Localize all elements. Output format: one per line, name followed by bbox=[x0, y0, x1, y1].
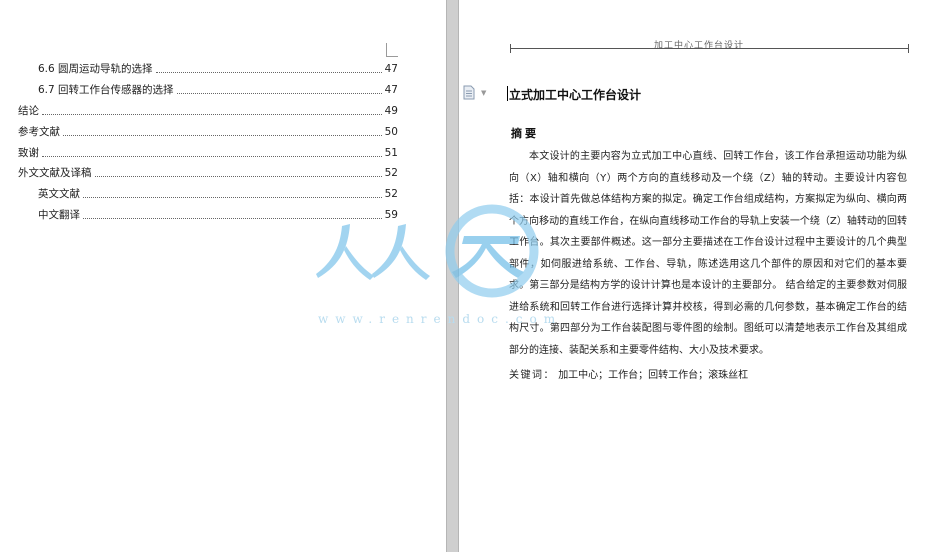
toc-entry[interactable]: 致谢 51 bbox=[18, 146, 398, 160]
toc-entry[interactable]: 结论 49 bbox=[18, 104, 398, 118]
toc-entry-title: 外文文献及译稿 bbox=[18, 167, 92, 179]
toc-entry-title: 致谢 bbox=[18, 147, 39, 159]
toc-leader-dots bbox=[42, 156, 382, 157]
toc-leader-dots bbox=[94, 176, 382, 177]
toc-leader-dots bbox=[176, 93, 382, 94]
abstract-body: 本文设计的主要内容为立式加工中心直线、回转工作台，该工作台承担运动功能为纵向（X… bbox=[509, 151, 907, 356]
toc-entry-title: 中文翻译 bbox=[38, 209, 80, 221]
page-corner-mark bbox=[386, 43, 399, 57]
abstract-heading: 摘要 bbox=[511, 127, 539, 140]
keywords-label: 关键词： bbox=[509, 370, 555, 381]
toc-entry[interactable]: 6.7 回转工作台传感器的选择 47 bbox=[38, 83, 398, 97]
page-header: 加工中心工作台设计 bbox=[653, 41, 744, 51]
toc-leader-dots bbox=[42, 114, 382, 115]
toc-entry-page: 52 bbox=[384, 167, 398, 179]
header-corner-mark bbox=[510, 44, 511, 53]
chevron-down-icon[interactable]: ▼ bbox=[481, 89, 486, 97]
text-cursor bbox=[507, 86, 508, 101]
keywords-line: 关键词： 加工中心；工作台；回转工作台；滚珠丝杠 bbox=[509, 366, 748, 381]
toc-entry-page: 51 bbox=[384, 147, 398, 159]
toc-entry-title: 结论 bbox=[18, 105, 39, 117]
watermark-url: www.renrendoc.com bbox=[318, 312, 563, 326]
document-title: 立式加工中心工作台设计 bbox=[509, 88, 642, 102]
toc-entry[interactable]: 参考文献 50 bbox=[18, 125, 398, 139]
toc-entry-title: 参考文献 bbox=[18, 126, 60, 138]
toc-entry-title: 6.6 圆周运动导轨的选择 bbox=[38, 63, 153, 75]
toc-leader-dots bbox=[63, 135, 382, 136]
toc-entry-page: 47 bbox=[384, 84, 398, 96]
toc-entry-page: 49 bbox=[384, 105, 398, 117]
toc-entry-title: 英文文献 bbox=[38, 188, 80, 200]
toc-entry-title: 6.7 回转工作台传感器的选择 bbox=[38, 84, 174, 96]
header-rule bbox=[510, 48, 908, 49]
toc-leader-dots bbox=[155, 72, 382, 73]
toc-entry-page: 50 bbox=[384, 126, 398, 138]
document-nav-icon[interactable] bbox=[462, 85, 476, 104]
header-corner-mark bbox=[908, 44, 909, 53]
document-icon bbox=[463, 85, 475, 100]
keywords-value: 加工中心；工作台；回转工作台；滚珠丝杠 bbox=[558, 370, 749, 381]
toc-entry-page: 47 bbox=[384, 63, 398, 75]
page-corner-mark bbox=[386, 56, 398, 57]
toc-entry[interactable]: 外文文献及译稿 52 bbox=[18, 166, 398, 180]
toc-entry[interactable]: 6.6 圆周运动导轨的选择 47 bbox=[38, 62, 398, 76]
